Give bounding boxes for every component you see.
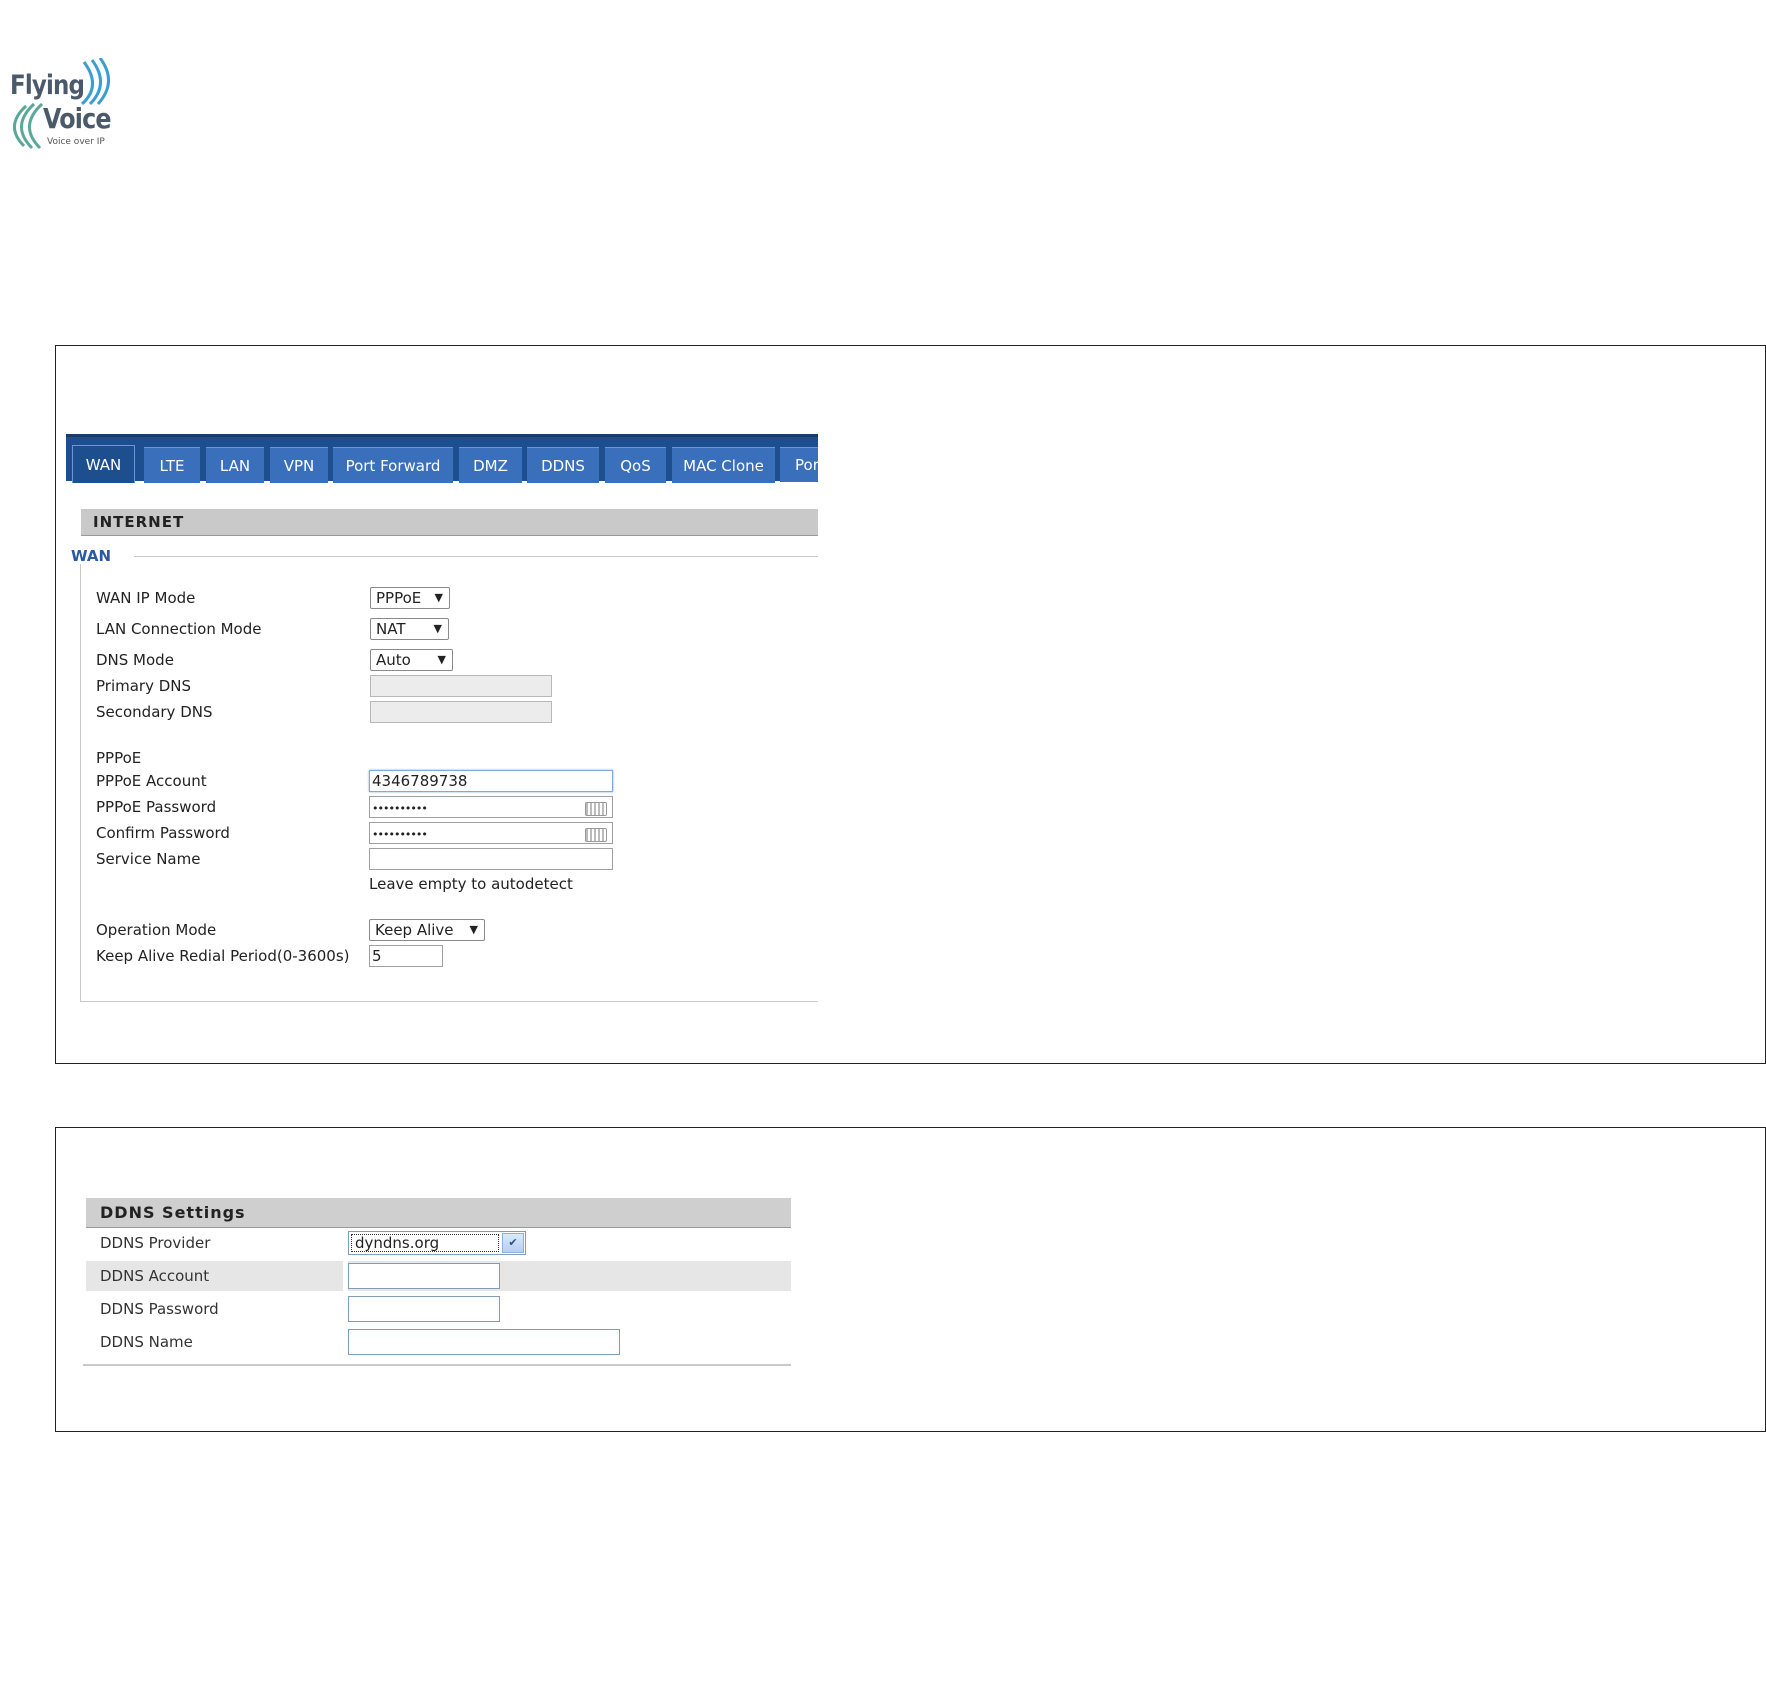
- dropdown-arrow-icon: ▼: [434, 591, 443, 604]
- pppoe-password-label: PPPoE Password: [96, 798, 217, 816]
- confirm-password-input[interactable]: ••••••••••: [369, 822, 613, 844]
- flying-voice-logo: Flying Voice Voice over IP: [10, 58, 120, 158]
- ddns-password-row: DDNS Password: [86, 1294, 791, 1324]
- tab-port-forward[interactable]: Port Forward: [333, 447, 453, 483]
- keyboard-icon[interactable]: [585, 802, 607, 816]
- ddns-name-input[interactable]: [348, 1329, 620, 1355]
- keep-alive-period-label: Keep Alive Redial Period(0-3600s): [96, 947, 350, 965]
- primary-dns-input[interactable]: [370, 675, 552, 697]
- tab-bar: WAN LTE LAN VPN Port Forward DMZ DDNS Qo…: [66, 434, 818, 483]
- tab-vpn[interactable]: VPN: [270, 447, 328, 483]
- dns-mode-select[interactable]: Auto ▼: [370, 649, 453, 671]
- wan-ip-mode-value: PPPoE: [376, 589, 422, 607]
- service-name-input[interactable]: [369, 848, 613, 870]
- wan-screenshot-panel: WAN LTE LAN VPN Port Forward DMZ DDNS Qo…: [55, 345, 1766, 1064]
- secondary-dns-label: Secondary DNS: [96, 703, 213, 721]
- tab-dmz[interactable]: DMZ: [459, 447, 522, 483]
- secondary-dns-input[interactable]: [370, 701, 552, 723]
- keyboard-icon[interactable]: [585, 828, 607, 842]
- wan-ip-mode-label: WAN IP Mode: [96, 589, 196, 607]
- lan-connection-mode-label: LAN Connection Mode: [96, 620, 262, 638]
- ddns-name-row: DDNS Name: [86, 1327, 791, 1357]
- ddns-footer-divider: [83, 1364, 791, 1366]
- operation-mode-value: Keep Alive: [375, 921, 454, 939]
- group-border-left: [80, 564, 81, 1001]
- tab-qos[interactable]: QoS: [605, 447, 666, 483]
- group-border-bottom: [80, 1001, 818, 1002]
- primary-dns-label: Primary DNS: [96, 677, 192, 695]
- ddns-password-label: DDNS Password: [100, 1300, 219, 1318]
- logo-tagline: Voice over IP: [47, 137, 105, 147]
- group-divider: [134, 556, 818, 557]
- pppoe-password-value: ••••••••••: [372, 802, 428, 815]
- ddns-screenshot-panel: DDNS Settings DDNS Provider dyndns.org ✔…: [55, 1127, 1766, 1432]
- chevron-down-icon: ✔: [502, 1233, 524, 1253]
- dns-mode-value: Auto: [376, 651, 411, 669]
- ddns-settings-ui: DDNS Settings DDNS Provider dyndns.org ✔…: [83, 1198, 798, 1368]
- logo-line1: Flying: [10, 70, 85, 101]
- ddns-account-input[interactable]: [348, 1263, 500, 1289]
- confirm-password-value: ••••••••••: [372, 828, 428, 841]
- tab-port[interactable]: Port: [780, 447, 818, 482]
- dropdown-arrow-icon: ▼: [433, 622, 442, 635]
- tab-ddns[interactable]: DDNS: [527, 447, 599, 483]
- lan-connection-mode-value: NAT: [376, 620, 406, 638]
- ddns-provider-select[interactable]: dyndns.org ✔: [348, 1231, 526, 1255]
- wan-group-title: WAN: [71, 547, 112, 565]
- confirm-password-label: Confirm Password: [96, 824, 230, 842]
- ddns-settings-header: DDNS Settings: [86, 1198, 791, 1228]
- lan-connection-mode-select[interactable]: NAT ▼: [370, 618, 449, 640]
- service-name-hint: Leave empty to autodetect: [369, 875, 573, 893]
- ddns-provider-row: DDNS Provider dyndns.org ✔: [86, 1228, 791, 1258]
- ddns-provider-label: DDNS Provider: [100, 1234, 211, 1252]
- operation-mode-select[interactable]: Keep Alive ▼: [369, 919, 485, 941]
- dropdown-arrow-icon: ▼: [437, 653, 446, 666]
- service-name-label: Service Name: [96, 850, 201, 868]
- tab-lan[interactable]: LAN: [206, 447, 264, 483]
- ddns-password-input[interactable]: [348, 1296, 500, 1322]
- pppoe-password-input[interactable]: ••••••••••: [369, 796, 613, 818]
- internet-section-header: INTERNET: [81, 509, 818, 536]
- ddns-account-row: DDNS Account: [86, 1261, 791, 1291]
- tab-mac-clone[interactable]: MAC Clone: [672, 447, 775, 483]
- signal-waves-icon: [80, 58, 110, 106]
- pppoe-account-label: PPPoE Account: [96, 772, 207, 790]
- dropdown-arrow-icon: ▼: [469, 923, 478, 936]
- keep-alive-period-input[interactable]: 5: [369, 945, 443, 967]
- ddns-provider-value: dyndns.org: [351, 1234, 499, 1252]
- ddns-name-label: DDNS Name: [100, 1333, 193, 1351]
- pppoe-heading: PPPoE: [96, 749, 142, 767]
- tab-lte[interactable]: LTE: [144, 447, 200, 483]
- logo-line2: Voice: [43, 102, 111, 135]
- tab-wan[interactable]: WAN: [72, 445, 135, 483]
- wan-ip-mode-select[interactable]: PPPoE ▼: [370, 587, 450, 609]
- dns-mode-label: DNS Mode: [96, 651, 174, 669]
- wan-settings-ui: WAN LTE LAN VPN Port Forward DMZ DDNS Qo…: [66, 434, 818, 1014]
- ddns-account-label: DDNS Account: [86, 1261, 343, 1291]
- pppoe-account-input[interactable]: 4346789738: [369, 770, 613, 792]
- operation-mode-label: Operation Mode: [96, 921, 217, 939]
- signal-waves-left-icon: [13, 102, 44, 150]
